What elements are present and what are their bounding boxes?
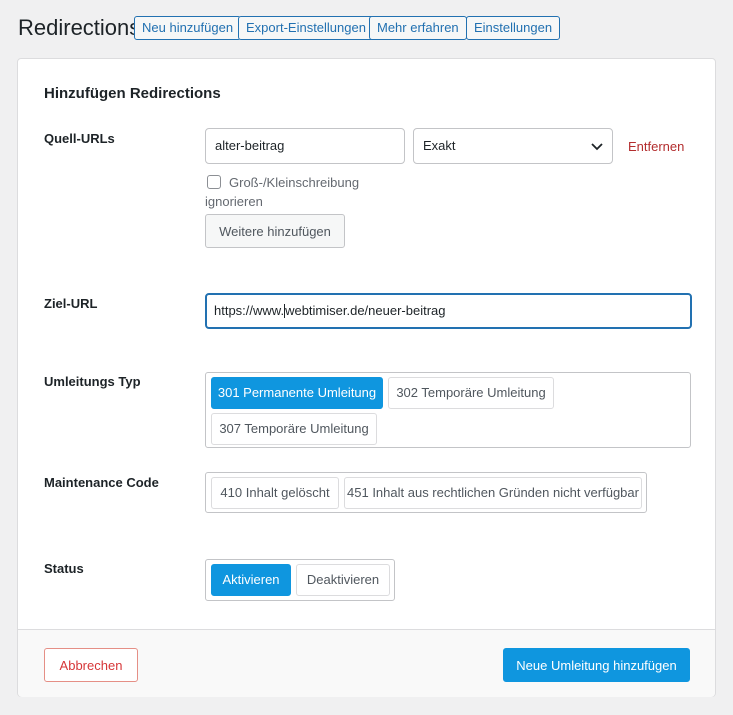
add-more-button[interactable]: Weitere hinzufügen: [205, 214, 345, 248]
status-group: Aktivieren Deaktivieren: [205, 559, 395, 601]
redirect-type-group: 301 Permanente Umleitung 302 Temporäre U…: [205, 372, 691, 448]
status-activate-button[interactable]: Aktivieren: [211, 564, 291, 596]
source-url-input[interactable]: alter-beitrag: [205, 128, 405, 164]
redirect-type-301-button[interactable]: 301 Permanente Umleitung: [211, 377, 383, 409]
match-type-select[interactable]: Exakt: [413, 128, 613, 164]
source-url-value: alter-beitrag: [215, 138, 285, 153]
page-title: Redirections: [18, 15, 141, 40]
cancel-button[interactable]: Abbrechen: [44, 648, 138, 682]
maintenance-code-group: 410 Inhalt gelöscht 451 Inhalt aus recht…: [205, 472, 647, 513]
chevron-down-icon: [591, 143, 603, 151]
status-label: Status: [44, 561, 84, 576]
form-footer: Abbrechen Neue Umleitung hinzufügen: [18, 629, 715, 697]
match-type-value: Exakt: [423, 138, 456, 153]
target-url-label: Ziel-URL: [44, 296, 98, 311]
maintenance-410-button[interactable]: 410 Inhalt gelöscht: [211, 477, 339, 509]
add-redirection-card: Hinzufügen Redirections Quell-URLs alter…: [17, 58, 716, 697]
add-new-button[interactable]: Neu hinzufügen: [134, 16, 242, 40]
settings-button[interactable]: Einstellungen: [466, 16, 561, 40]
target-url-value-end: webtimiser.de/neuer-beitrag: [285, 303, 446, 318]
ignore-case-label: Groß-/Kleinschreibung ignorieren: [205, 175, 360, 209]
remove-source-link[interactable]: Entfernen: [628, 139, 684, 154]
target-url-input[interactable]: https://www.webtimiser.de/neuer-beitrag: [205, 293, 692, 329]
source-urls-label: Quell-URLs: [44, 131, 115, 146]
redirect-type-307-button[interactable]: 307 Temporäre Umleitung: [211, 413, 377, 445]
status-deactivate-button[interactable]: Deaktivieren: [296, 564, 390, 596]
maintenance-code-label: Maintenance Code: [44, 475, 159, 490]
card-title: Hinzufügen Redirections: [44, 85, 221, 102]
maintenance-451-button[interactable]: 451 Inhalt aus rechtlichen Gründen nicht…: [344, 477, 642, 509]
add-redirection-button[interactable]: Neue Umleitung hinzufügen: [503, 648, 690, 682]
redirect-type-label: Umleitungs Typ: [44, 374, 141, 389]
learn-more-button[interactable]: Mehr erfahren: [369, 16, 467, 40]
target-url-value-start: https://www.: [214, 303, 285, 318]
redirect-type-302-button[interactable]: 302 Temporäre Umleitung: [388, 377, 554, 409]
export-settings-button[interactable]: Export-Einstellungen: [238, 16, 374, 40]
